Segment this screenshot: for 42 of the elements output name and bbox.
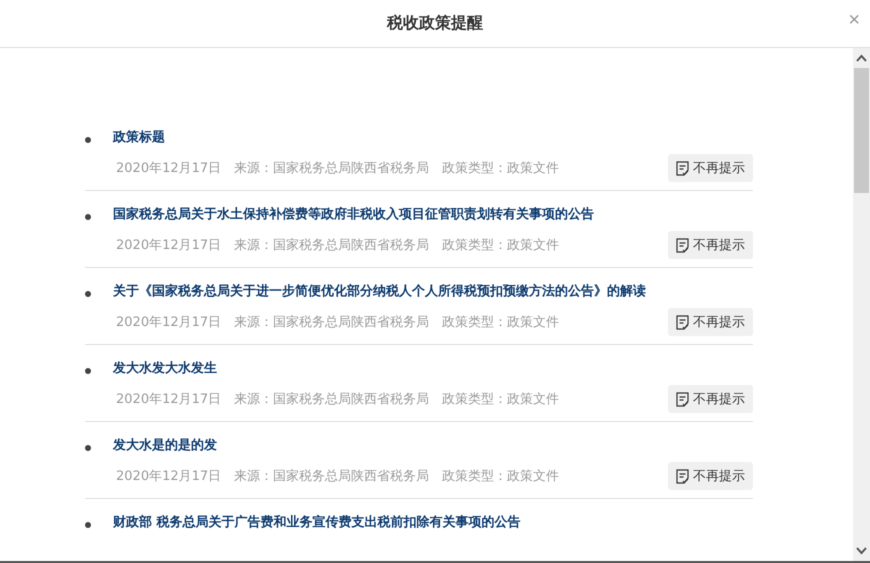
- policy-type: 政策类型：政策文件: [442, 314, 560, 331]
- policy-type: 政策类型：政策文件: [442, 468, 560, 485]
- scroll-up-icon[interactable]: [856, 54, 867, 62]
- policy-title-link[interactable]: 关于《国家税务总局关于进一步简便优化部分纳税人个人所得税预扣预缴方法的公告》的解读: [113, 282, 646, 300]
- document-check-icon: [676, 314, 689, 330]
- scrollbar-thumb[interactable]: [854, 68, 869, 193]
- bullet-icon: [85, 214, 91, 220]
- policy-date: 2020年12月17日: [116, 237, 222, 254]
- dismiss-button[interactable]: 不再提示: [668, 231, 753, 259]
- policy-date: 2020年12月17日: [116, 314, 222, 331]
- policy-source: 来源：国家税务总局陕西省税务局: [234, 391, 430, 408]
- policy-source: 来源：国家税务总局陕西省税务局: [234, 237, 430, 254]
- policy-title-link[interactable]: 发大水是的是的发: [113, 436, 217, 454]
- bullet-icon: [85, 368, 91, 374]
- scroll-down-icon[interactable]: [856, 547, 867, 555]
- document-check-icon: [676, 392, 689, 406]
- dismiss-button[interactable]: 不再提示: [668, 385, 753, 413]
- bullet-icon: [85, 291, 91, 297]
- policy-source: 来源：国家税务总局陕西省税务局: [234, 160, 430, 177]
- policy-title-link[interactable]: 财政部 税务总局关于广告费和业务宣传费支出税前扣除有关事项的公告: [113, 513, 521, 531]
- policy-type: 政策类型：政策文件: [442, 160, 560, 177]
- policy-title-link[interactable]: 政策标题: [113, 128, 165, 146]
- document-check-icon: [676, 238, 689, 252]
- document-check-icon: [676, 468, 689, 484]
- dialog-title: 税收政策提醒: [387, 13, 483, 34]
- policy-date: 2020年12月17日: [116, 160, 222, 177]
- policy-type: 政策类型：政策文件: [442, 391, 560, 408]
- policy-title-link[interactable]: 发大水发大水发生: [113, 359, 217, 377]
- scrollbar[interactable]: [853, 48, 870, 561]
- bullet-icon: [85, 137, 91, 143]
- dismiss-button[interactable]: 不再提示: [668, 154, 753, 182]
- policy-source: 来源：国家税务总局陕西省税务局: [234, 314, 430, 331]
- document-check-icon: [676, 160, 689, 176]
- bullet-icon: [85, 445, 91, 451]
- policy-date: 2020年12月17日: [116, 468, 222, 485]
- dismiss-button[interactable]: 不再提示: [668, 308, 753, 336]
- policy-source: 来源：国家税务总局陕西省税务局: [234, 468, 430, 485]
- policy-title-link[interactable]: 国家税务总局关于水土保持补偿费等政府非税收入项目征管职责划转有关事项的公告: [113, 205, 594, 223]
- policy-date: 2020年12月17日: [116, 391, 222, 408]
- bullet-icon: [85, 522, 91, 528]
- dismiss-button[interactable]: 不再提示: [668, 462, 753, 490]
- policy-type: 政策类型：政策文件: [442, 237, 560, 254]
